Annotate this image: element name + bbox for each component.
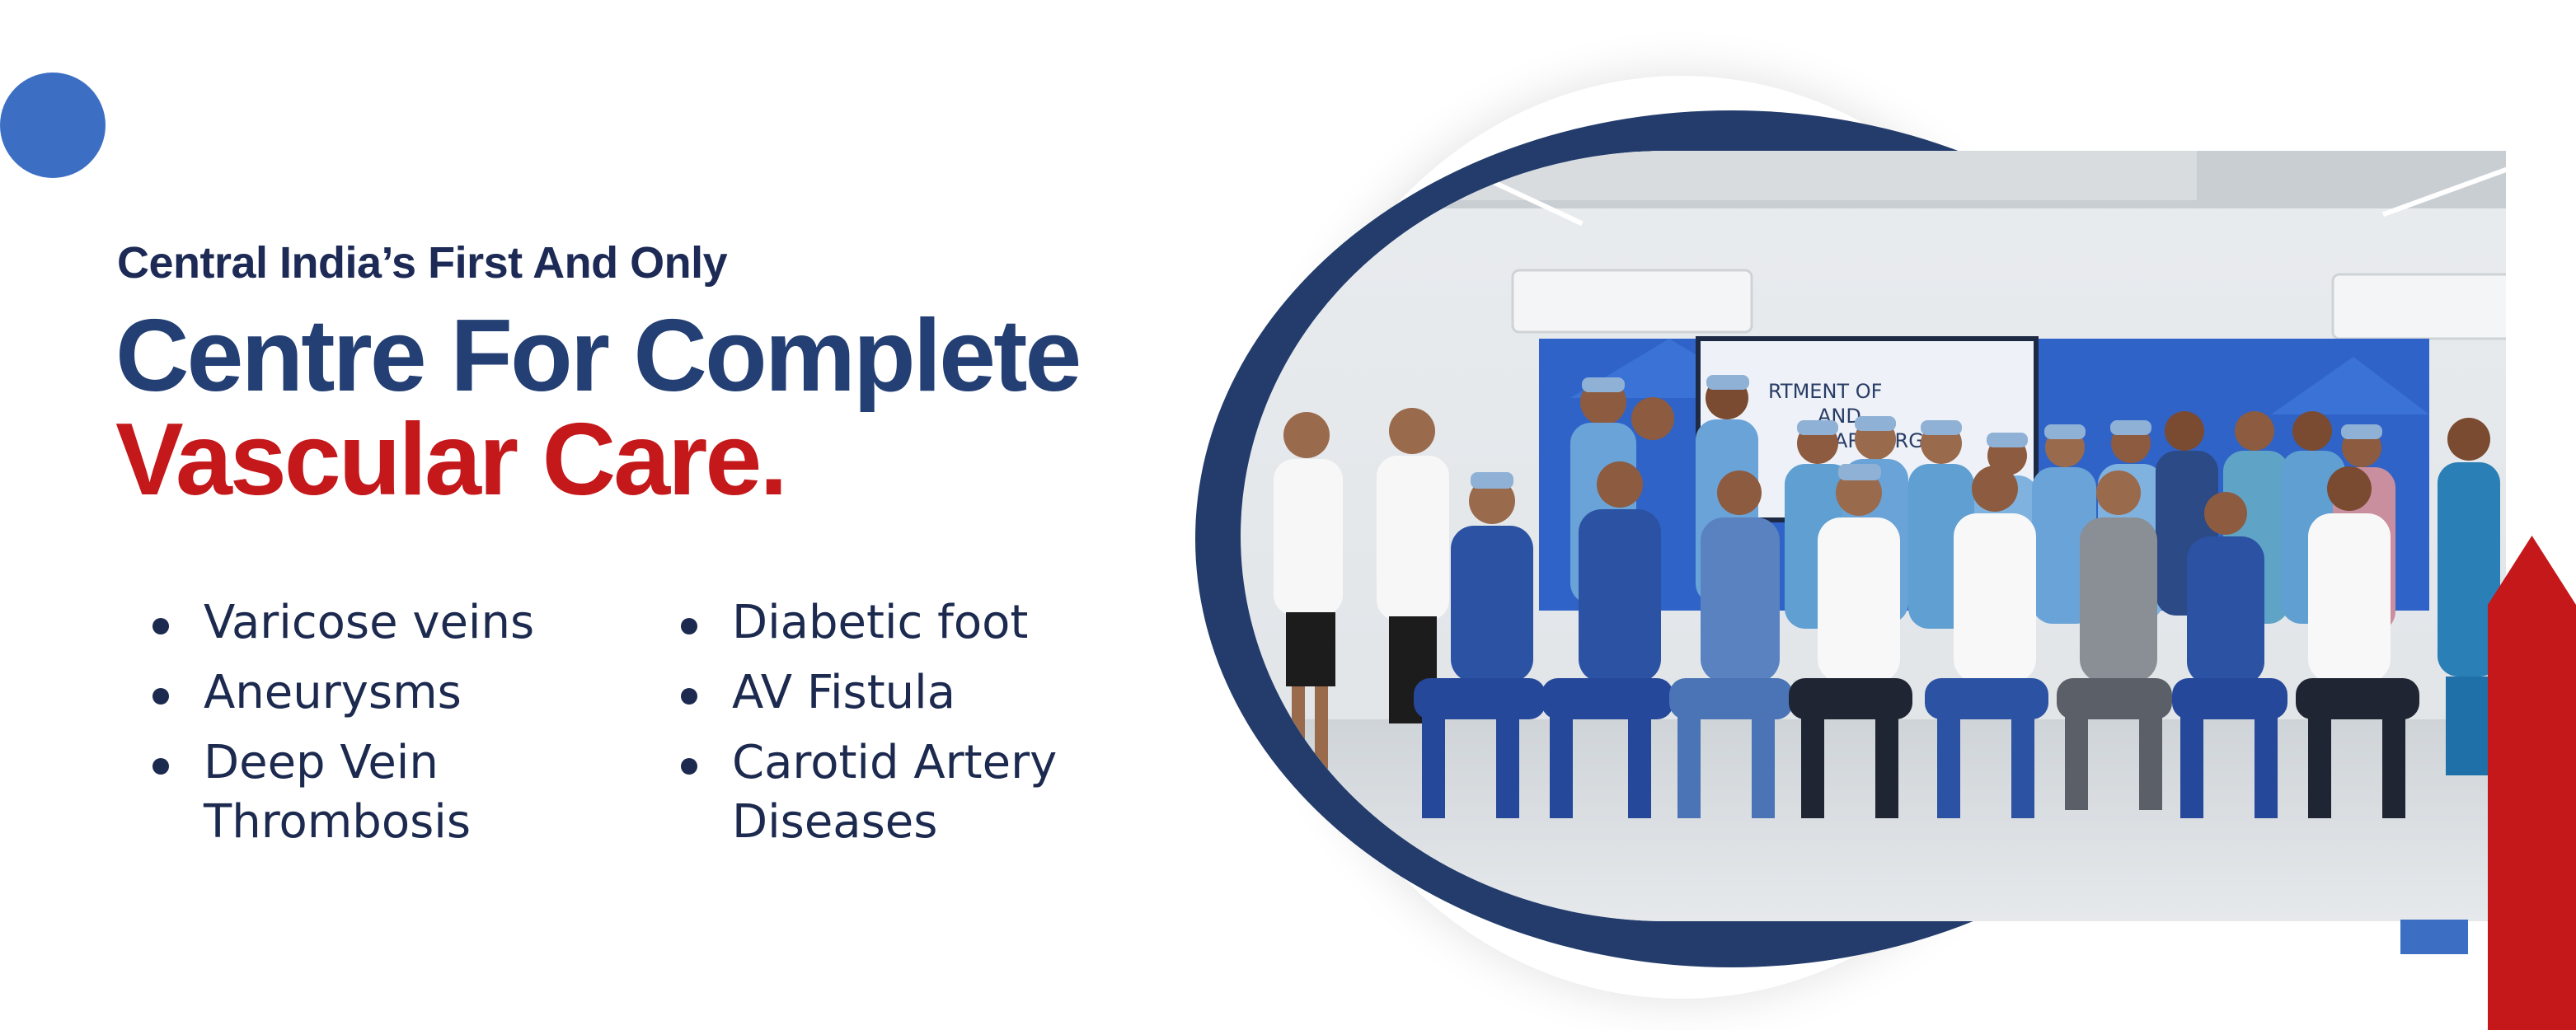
list-item: AV Fistula [681,663,1175,723]
conditions-list-right: Diabetic foot AV Fistula Carotid Artery … [681,593,1175,863]
headline-line-2: Vascular Care. [115,403,788,517]
list-item: Carotid Artery Diseases [681,733,1175,854]
list-item: Aneurysms [152,663,614,723]
team-photo-illustration: RTMENT OF AND AR SURG [1241,151,2506,921]
kicker-text: Central India’s First And Only [117,238,728,288]
decorative-red-shape [2488,536,2576,1030]
list-item: Diabetic foot [681,593,1175,653]
list-item: Deep Vein Thrombosis [152,733,614,854]
decorative-blue-dot [0,73,106,178]
decorative-blue-square [2400,920,2468,954]
team-photo: RTMENT OF AND AR SURG [1241,151,2506,921]
list-item: Varicose veins [152,593,614,653]
conditions-list-left: Varicose veins Aneurysms Deep Vein Throm… [152,593,614,863]
screen-text: RTMENT OF [1768,380,1882,403]
headline-line-1: Centre For Complete [115,299,1082,413]
